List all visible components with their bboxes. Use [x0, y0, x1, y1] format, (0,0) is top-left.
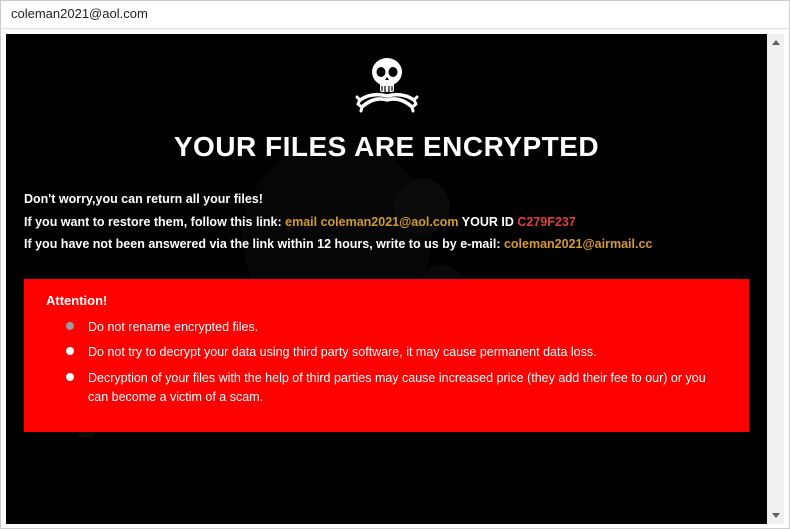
- your-id-value: C279F237: [517, 215, 575, 229]
- window-title-bar: coleman2021@aol.com: [1, 1, 789, 29]
- attention-item: Decryption of your files with the help o…: [66, 369, 727, 407]
- attention-list: Do not rename encrypted files. Do not tr…: [46, 318, 727, 407]
- skull-section: [6, 34, 767, 121]
- window-title: coleman2021@aol.com: [11, 6, 148, 21]
- headline: YOUR FILES ARE ENCRYPTED: [6, 131, 767, 163]
- ransom-note-panel: pcrisk.com: [6, 34, 767, 524]
- scroll-track[interactable]: [767, 51, 784, 507]
- message-line-1: Don't worry,you can return all your file…: [24, 188, 749, 211]
- scroll-up-arrow-icon[interactable]: [767, 34, 784, 51]
- message-block: Don't worry,you can return all your file…: [6, 163, 767, 274]
- primary-email: coleman2021@aol.com: [321, 215, 459, 229]
- secondary-email: coleman2021@airmail.cc: [504, 237, 652, 251]
- attention-title: Attention!: [46, 293, 727, 308]
- content-wrapper: pcrisk.com: [1, 29, 789, 529]
- skull-crossbones-icon: [352, 52, 422, 121]
- attention-item: Do not rename encrypted files.: [66, 318, 727, 337]
- message-line-2: If you want to restore them, follow this…: [24, 211, 749, 234]
- primary-email-label: email: [285, 215, 320, 229]
- your-id-label: YOUR ID: [459, 215, 518, 229]
- scroll-down-arrow-icon[interactable]: [767, 507, 784, 524]
- message-line-3: If you have not been answered via the li…: [24, 233, 749, 256]
- vertical-scrollbar[interactable]: [767, 34, 784, 524]
- line2-prefix: If you want to restore them, follow this…: [24, 215, 285, 229]
- attention-box: Attention! Do not rename encrypted files…: [24, 279, 749, 432]
- attention-item: Do not try to decrypt your data using th…: [66, 343, 727, 362]
- line3-prefix: If you have not been answered via the li…: [24, 237, 504, 251]
